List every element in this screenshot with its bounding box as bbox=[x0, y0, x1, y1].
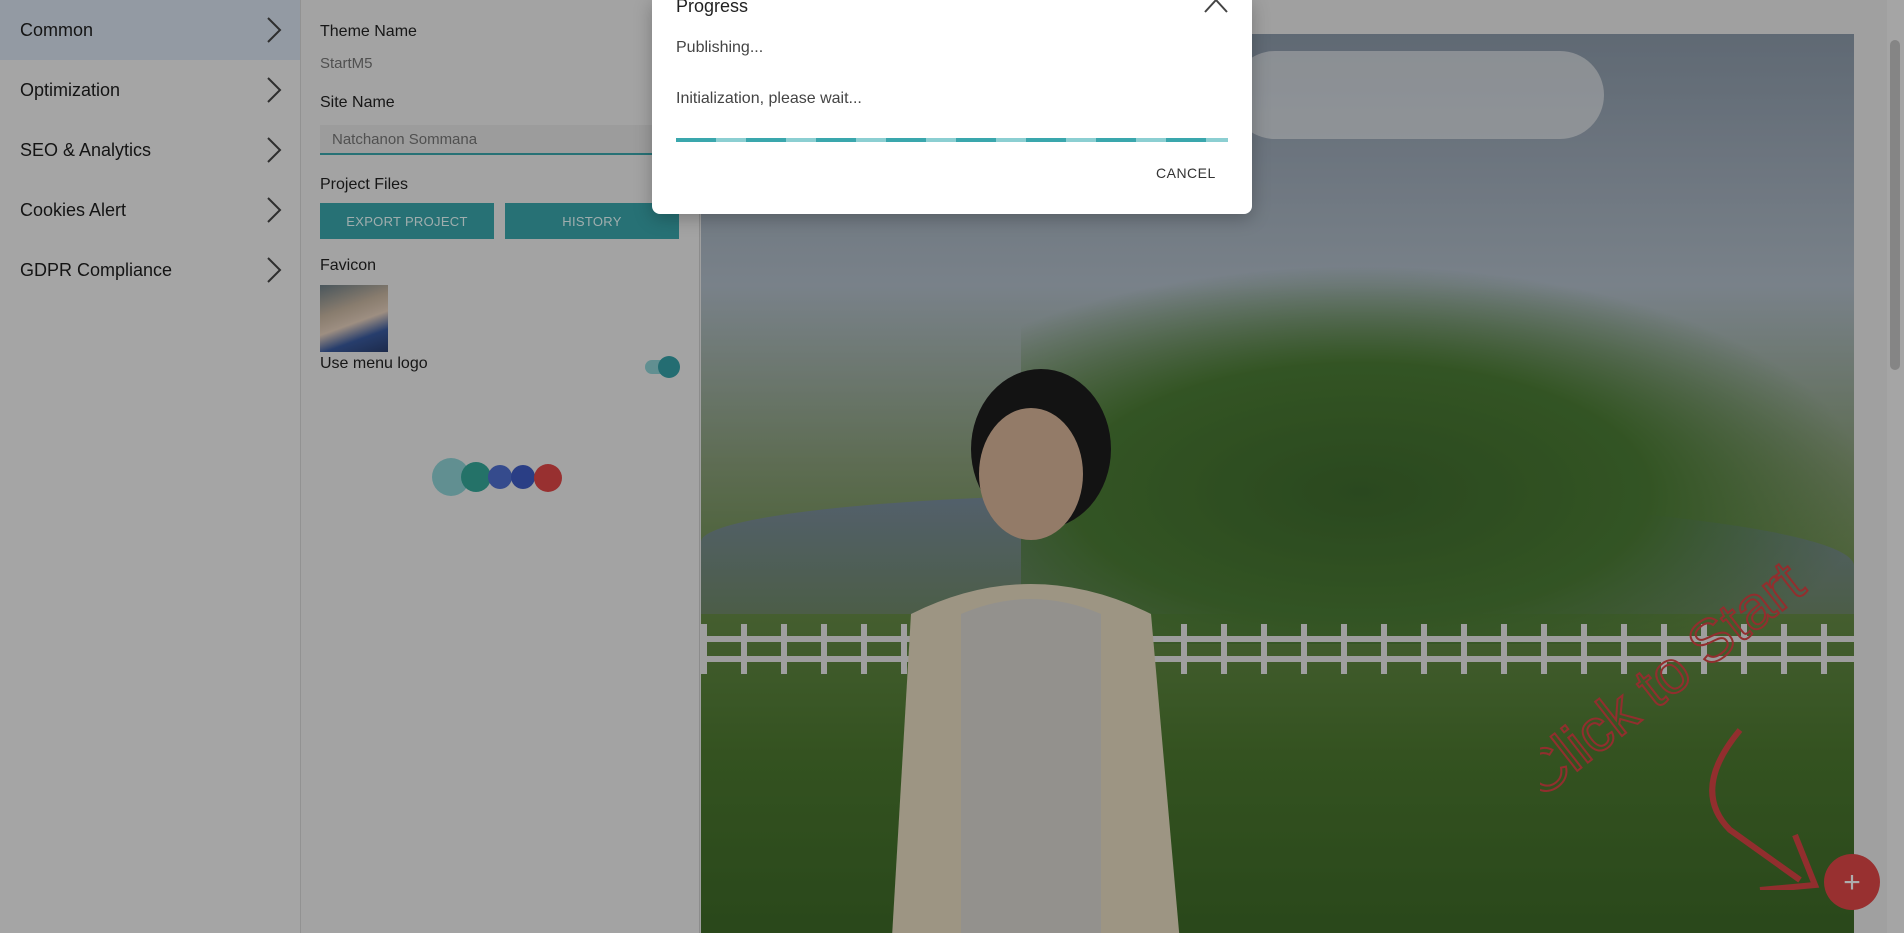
progress-dialog: Progress Publishing... Initialization, p… bbox=[652, 0, 1252, 214]
dialog-message: Initialization, please wait... bbox=[676, 90, 862, 107]
dialog-title: Progress bbox=[676, 0, 749, 16]
cancel-button[interactable]: CANCEL bbox=[1150, 164, 1222, 182]
close-icon[interactable] bbox=[1203, 0, 1229, 14]
progress-bar bbox=[676, 138, 1228, 142]
dialog-status: Publishing... bbox=[676, 39, 764, 56]
